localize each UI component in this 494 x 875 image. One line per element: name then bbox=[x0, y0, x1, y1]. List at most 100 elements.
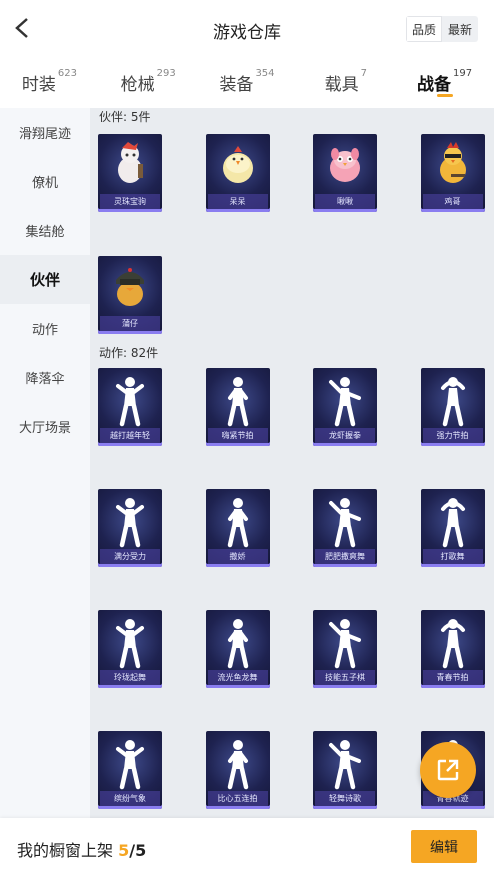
item-name: 灵珠宝驹 bbox=[100, 194, 160, 209]
sort-toggle: 品质 最新 bbox=[406, 16, 478, 42]
emote-card[interactable]: 玲珑起舞 bbox=[98, 610, 162, 688]
emote-card[interactable]: 撒娇 bbox=[205, 489, 270, 567]
emote-card[interactable]: 龙虾握拳 bbox=[313, 368, 377, 446]
edit-button[interactable]: 编辑 bbox=[411, 830, 477, 863]
tab-count: 293 bbox=[156, 68, 176, 79]
tab-underline bbox=[436, 94, 453, 97]
dancer-silhouette-icon bbox=[329, 740, 361, 790]
dancer-silhouette-icon bbox=[227, 619, 248, 669]
sidebar-item-parachute[interactable]: 降落伞 bbox=[0, 353, 90, 402]
emote-card[interactable]: 满分受力 bbox=[98, 489, 162, 567]
tab-label: 载具 bbox=[324, 75, 359, 95]
sidebar: 滑翔尾迹 僚机 集结舱 伙伴 动作 降落伞 大厅场景 bbox=[0, 108, 90, 818]
partner-card[interactable]: 灵珠宝驹 bbox=[98, 134, 162, 212]
tab-guns[interactable]: 枪械293 bbox=[99, 60, 198, 106]
bottom-bar: 我的橱窗上架 5/5 编辑 bbox=[0, 818, 494, 875]
sort-latest-button[interactable]: 最新 bbox=[442, 16, 478, 42]
dancer-silhouette-icon bbox=[440, 498, 465, 548]
dancer-silhouette-icon bbox=[227, 740, 248, 790]
item-grid-area: 伙伴: 5件 灵珠宝驹 呆呆 啾啾 鸡哥 蒲仔 动作: 82件 越打越年轻 嗨紧… bbox=[90, 108, 494, 818]
rooster-companion-icon bbox=[439, 142, 466, 183]
tab-fashion[interactable]: 时装623 bbox=[0, 60, 99, 106]
item-name: 嗨紧节拍 bbox=[207, 428, 268, 443]
emote-card[interactable]: 缤纷气象 bbox=[98, 731, 162, 809]
dancer-silhouette-icon bbox=[116, 740, 144, 790]
chick-companion-icon bbox=[222, 146, 253, 183]
emote-card[interactable]: 肥肥撒爽舞 bbox=[313, 489, 377, 567]
item-name: 技能五子棋 bbox=[315, 670, 375, 685]
emote-card[interactable]: 青春节拍 bbox=[420, 610, 485, 688]
sidebar-item-glide-trail[interactable]: 滑翔尾迹 bbox=[0, 108, 90, 157]
dancer-silhouette-icon bbox=[329, 377, 361, 427]
tab-battle-prep[interactable]: 战备197 bbox=[395, 60, 494, 106]
top-bar: 游戏仓库 品质 最新 bbox=[0, 0, 494, 58]
sidebar-item-partner[interactable]: 伙伴 bbox=[0, 255, 90, 304]
partner-grid: 灵珠宝驹 呆呆 啾啾 鸡哥 蒲仔 bbox=[90, 134, 494, 378]
emote-card[interactable]: 嗨紧节拍 bbox=[205, 368, 270, 446]
pink-bird-companion-icon bbox=[330, 148, 360, 182]
emote-section-title: 动作: 82件 bbox=[99, 346, 159, 360]
dancer-silhouette-icon bbox=[329, 498, 361, 548]
sidebar-item-rally-pod[interactable]: 集结舱 bbox=[0, 206, 90, 255]
dancer-silhouette-icon bbox=[116, 377, 144, 427]
sort-quality-button[interactable]: 品质 bbox=[406, 16, 442, 42]
showcase-current: 5 bbox=[118, 841, 130, 860]
item-name: 龙虾握拳 bbox=[315, 428, 375, 443]
sidebar-item-lobby-scene[interactable]: 大厅场景 bbox=[0, 402, 90, 451]
dancer-silhouette-icon bbox=[329, 619, 361, 669]
item-name: 轻舞诗歌 bbox=[315, 791, 375, 806]
dancer-silhouette-icon bbox=[227, 377, 248, 427]
tab-label: 装备 bbox=[219, 75, 254, 95]
partner-card[interactable]: 鸡哥 bbox=[420, 134, 485, 212]
partner-section-title: 伙伴: 5件 bbox=[99, 110, 151, 124]
horse-companion-icon bbox=[118, 142, 143, 183]
tab-count: 623 bbox=[57, 68, 77, 79]
item-name: 肥肥撒爽舞 bbox=[315, 549, 375, 564]
item-name: 越打越年轻 bbox=[100, 428, 160, 443]
item-name: 撒娇 bbox=[207, 549, 268, 564]
dancer-silhouette-icon bbox=[227, 498, 248, 548]
sidebar-item-emote[interactable]: 动作 bbox=[0, 304, 90, 353]
showcase-label: 我的橱窗上架 bbox=[17, 841, 114, 860]
item-name: 青春节拍 bbox=[422, 670, 483, 685]
sidebar-item-wingman[interactable]: 僚机 bbox=[0, 157, 90, 206]
item-name: 满分受力 bbox=[100, 549, 160, 564]
emote-card[interactable]: 技能五子棋 bbox=[313, 610, 377, 688]
emote-card[interactable]: 强力节拍 bbox=[420, 368, 485, 446]
tab-count: 354 bbox=[255, 68, 275, 79]
tab-label: 时装 bbox=[21, 75, 56, 95]
item-name: 打歌舞 bbox=[422, 549, 483, 564]
item-name: 啾啾 bbox=[315, 194, 375, 209]
partner-card[interactable]: 呆呆 bbox=[205, 134, 270, 212]
tab-label: 战备 bbox=[417, 75, 452, 95]
dancer-silhouette-icon bbox=[116, 498, 144, 548]
tab-label: 枪械 bbox=[120, 75, 155, 95]
showcase-status: 我的橱窗上架 5/5 bbox=[17, 837, 146, 861]
item-name: 蒲仔 bbox=[100, 316, 160, 331]
item-name: 比心五连拍 bbox=[207, 791, 268, 806]
external-link-icon bbox=[437, 759, 459, 781]
emote-card[interactable]: 打歌舞 bbox=[420, 489, 485, 567]
emote-card[interactable]: 轻舞诗歌 bbox=[313, 731, 377, 809]
item-name: 强力节拍 bbox=[422, 428, 483, 443]
item-name: 缤纷气象 bbox=[100, 791, 160, 806]
tab-vehicles[interactable]: 载具7 bbox=[296, 60, 395, 106]
helmet-duck-companion-icon bbox=[116, 268, 144, 306]
share-button[interactable] bbox=[420, 742, 476, 798]
item-name: 玲珑起舞 bbox=[100, 670, 160, 685]
tab-equipment[interactable]: 装备354 bbox=[198, 60, 297, 106]
tab-count: 197 bbox=[453, 68, 473, 79]
item-name: 呆呆 bbox=[207, 194, 268, 209]
tab-count: 7 bbox=[360, 68, 367, 79]
emote-card[interactable]: 比心五连拍 bbox=[205, 731, 270, 809]
dancer-silhouette-icon bbox=[116, 619, 144, 669]
dancer-silhouette-icon bbox=[440, 377, 465, 427]
item-name: 流光鱼龙舞 bbox=[207, 670, 268, 685]
category-tabs: 时装623 枪械293 装备354 载具7 战备197 bbox=[0, 60, 494, 106]
emote-card[interactable]: 流光鱼龙舞 bbox=[205, 610, 270, 688]
partner-card[interactable]: 蒲仔 bbox=[98, 256, 162, 334]
partner-card[interactable]: 啾啾 bbox=[313, 134, 377, 212]
item-name: 鸡哥 bbox=[422, 194, 483, 209]
showcase-total: /5 bbox=[129, 841, 147, 860]
emote-card[interactable]: 越打越年轻 bbox=[98, 368, 162, 446]
